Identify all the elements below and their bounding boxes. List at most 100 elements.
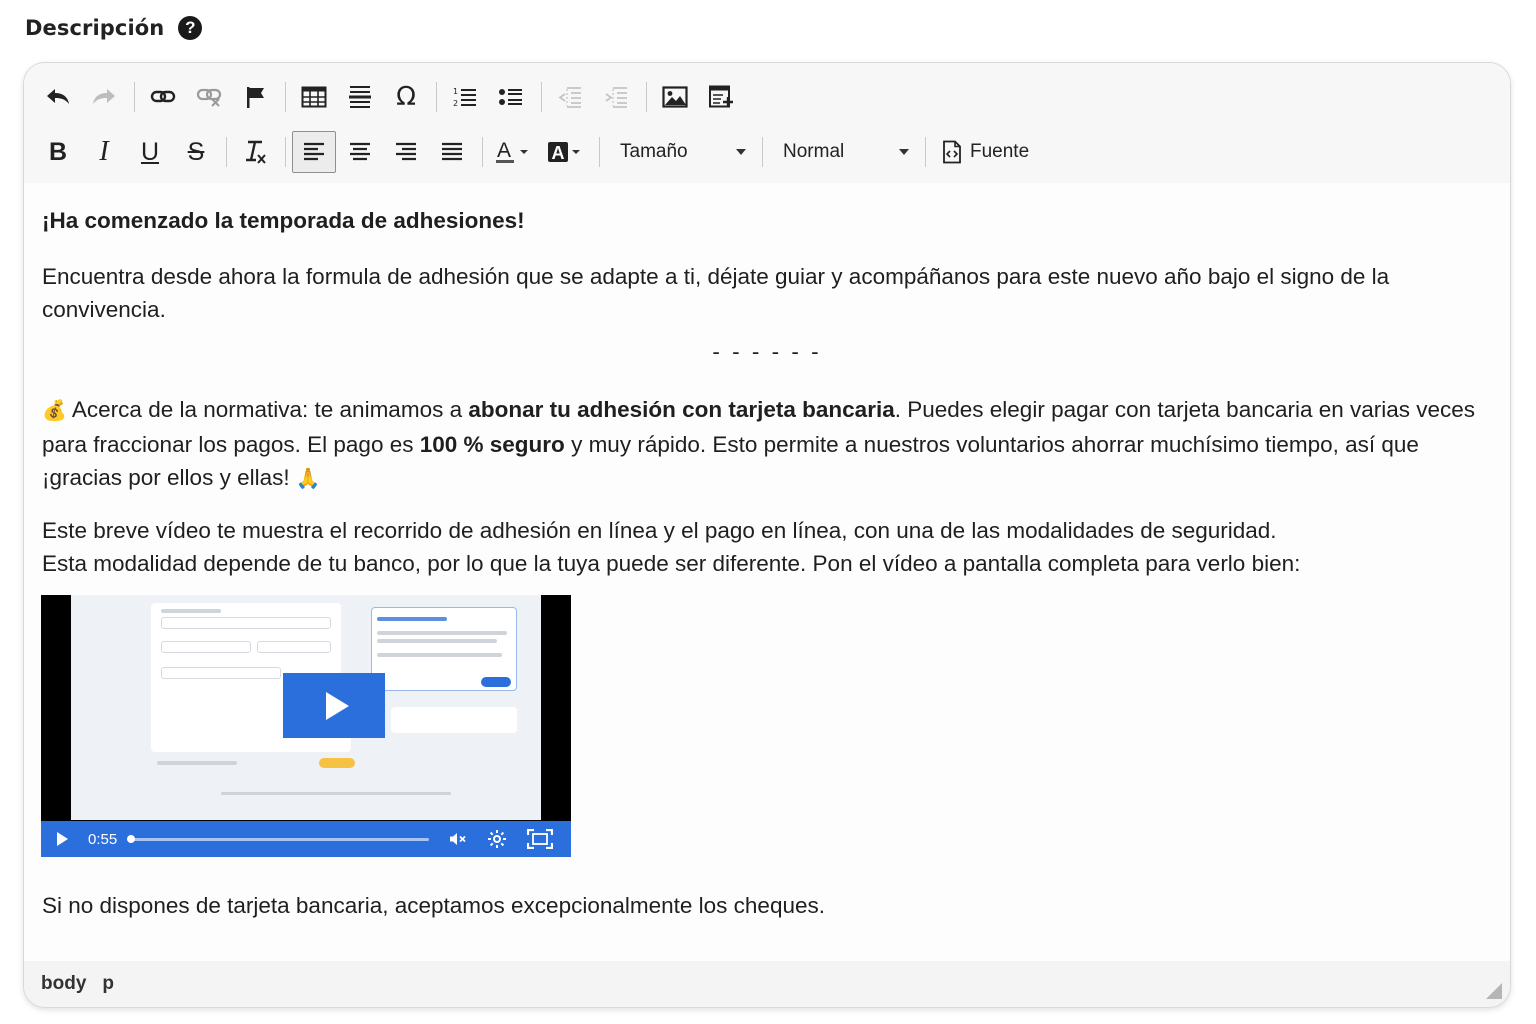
align-justify-button[interactable]: [430, 131, 474, 173]
font-size-label: Tamaño: [620, 141, 688, 162]
background-color-button[interactable]: A: [541, 131, 591, 173]
svg-text:1: 1: [453, 87, 458, 96]
text-color-button[interactable]: A: [489, 131, 539, 173]
mute-icon[interactable]: [449, 832, 467, 846]
image-icon: [662, 86, 688, 108]
anchor-button[interactable]: [233, 76, 277, 118]
image-button[interactable]: [653, 76, 697, 118]
font-size-select[interactable]: Tamaño: [606, 131, 756, 173]
undo-button[interactable]: [36, 76, 80, 118]
align-center-icon: [350, 142, 370, 161]
resize-handle[interactable]: [1486, 983, 1502, 999]
video-progress-bar[interactable]: [127, 834, 430, 843]
video-thumbnail-detail: [481, 677, 511, 687]
bulleted-list-icon: [499, 89, 522, 105]
intro-paragraph: Encuentra desde ahora la formula de adhe…: [42, 264, 1390, 322]
text-color-icon: A: [496, 139, 528, 163]
increase-indent-button[interactable]: [594, 76, 638, 118]
special-char-icon: Ω: [396, 82, 416, 112]
insert-template-icon: [709, 85, 733, 108]
toolbar-separator: [925, 137, 926, 167]
background-color-icon: A: [548, 142, 580, 163]
bulleted-list-button[interactable]: [489, 76, 533, 118]
remove-format-icon: [246, 140, 266, 164]
path-item-body[interactable]: body: [41, 973, 86, 995]
video-thumbnail-detail: [319, 758, 355, 768]
video-thumbnail-detail: [161, 609, 221, 613]
undo-icon: [47, 89, 69, 104]
paragraph-format-select[interactable]: Normal: [769, 131, 919, 173]
separator-text: - - - - - -: [712, 339, 822, 364]
decrease-indent-button[interactable]: [548, 76, 592, 118]
video-text-1: Este breve vídeo te muestra el recorrido…: [42, 518, 1277, 543]
source-code-icon: [943, 140, 961, 164]
anchor-flag-icon: [247, 87, 264, 108]
align-left-button[interactable]: [292, 131, 336, 173]
strikethrough-icon: S: [187, 137, 205, 166]
unlink-icon: [196, 88, 222, 107]
align-right-icon: [396, 142, 416, 161]
norm-text-1: Acerca de la normativa: te animamos a: [66, 397, 469, 422]
svg-text:2: 2: [453, 99, 458, 108]
rich-text-editor: Ω 12 B I U S A A Tamaño Normal Fuente ¡H…: [23, 62, 1511, 1008]
align-center-button[interactable]: [338, 131, 382, 173]
video-controls: 0:55: [41, 821, 571, 857]
video-thumbnail-detail: [257, 641, 331, 653]
bold-button[interactable]: B: [36, 131, 80, 173]
video-time: 0:55: [88, 830, 118, 848]
video-thumbnail-detail: [377, 631, 507, 635]
video-thumbnail-detail: [157, 761, 237, 765]
horizontal-line-icon: [349, 86, 371, 108]
link-button[interactable]: [141, 76, 185, 118]
numbered-list-button[interactable]: 12: [443, 76, 487, 118]
content-title: ¡Ha comenzado la temporada de adhesiones…: [42, 208, 525, 233]
remove-format-button[interactable]: [233, 131, 277, 173]
play-icon: [325, 691, 349, 720]
svg-text:A: A: [552, 143, 565, 163]
video-thumbnail-detail: [161, 617, 331, 629]
path-item-p[interactable]: p: [102, 973, 114, 995]
unlink-button[interactable]: [187, 76, 231, 118]
horizontal-line-button[interactable]: [338, 76, 382, 118]
chevron-down-icon: [899, 149, 909, 155]
video-paragraph: Este breve vídeo te muestra el recorrido…: [42, 514, 1487, 580]
special-char-button[interactable]: Ω: [384, 76, 428, 118]
norm-bold-2: 100 % seguro: [419, 432, 565, 457]
settings-gear-icon[interactable]: [487, 829, 507, 849]
video-progress-knob[interactable]: [127, 834, 136, 843]
toolbar-row-1: Ω 12: [36, 74, 745, 120]
table-button[interactable]: [292, 76, 336, 118]
redo-button[interactable]: [82, 76, 126, 118]
video-thumbnail-panel: [391, 707, 517, 733]
toolbar-separator: [541, 82, 542, 112]
template-button[interactable]: [699, 76, 743, 118]
increase-indent-icon: [605, 87, 627, 108]
play-icon[interactable]: [57, 832, 68, 846]
italic-button[interactable]: I: [82, 131, 126, 173]
video-frame: [71, 595, 541, 820]
editor-content[interactable]: ¡Ha comenzado la temporada de adhesiones…: [24, 183, 1510, 963]
field-label: Descripción ?: [25, 16, 203, 40]
toolbar-separator: [436, 82, 437, 112]
toolbar-separator: [482, 137, 483, 167]
source-button[interactable]: Fuente: [932, 131, 1039, 173]
video-thumbnail-detail: [377, 639, 497, 643]
underline-button[interactable]: U: [128, 131, 172, 173]
help-icon[interactable]: ?: [178, 16, 203, 40]
toolbar-separator: [226, 137, 227, 167]
toolbar-separator: [134, 82, 135, 112]
folded-hands-icon: 🙏: [295, 468, 321, 490]
decrease-indent-icon: [558, 87, 581, 108]
source-label: Fuente: [970, 141, 1030, 162]
fullscreen-icon[interactable]: [527, 829, 554, 849]
video-player[interactable]: 0:55: [41, 595, 571, 857]
video-thumbnail-detail: [161, 641, 251, 653]
video-thumbnail-detail: [377, 617, 447, 621]
align-right-button[interactable]: [384, 131, 428, 173]
money-bag-icon: 💰: [42, 400, 67, 422]
toolbar-separator: [599, 137, 600, 167]
description-label: Descripción: [25, 16, 165, 40]
underline-icon: U: [140, 137, 160, 166]
video-play-button[interactable]: [283, 673, 385, 738]
strikethrough-button[interactable]: S: [174, 131, 218, 173]
